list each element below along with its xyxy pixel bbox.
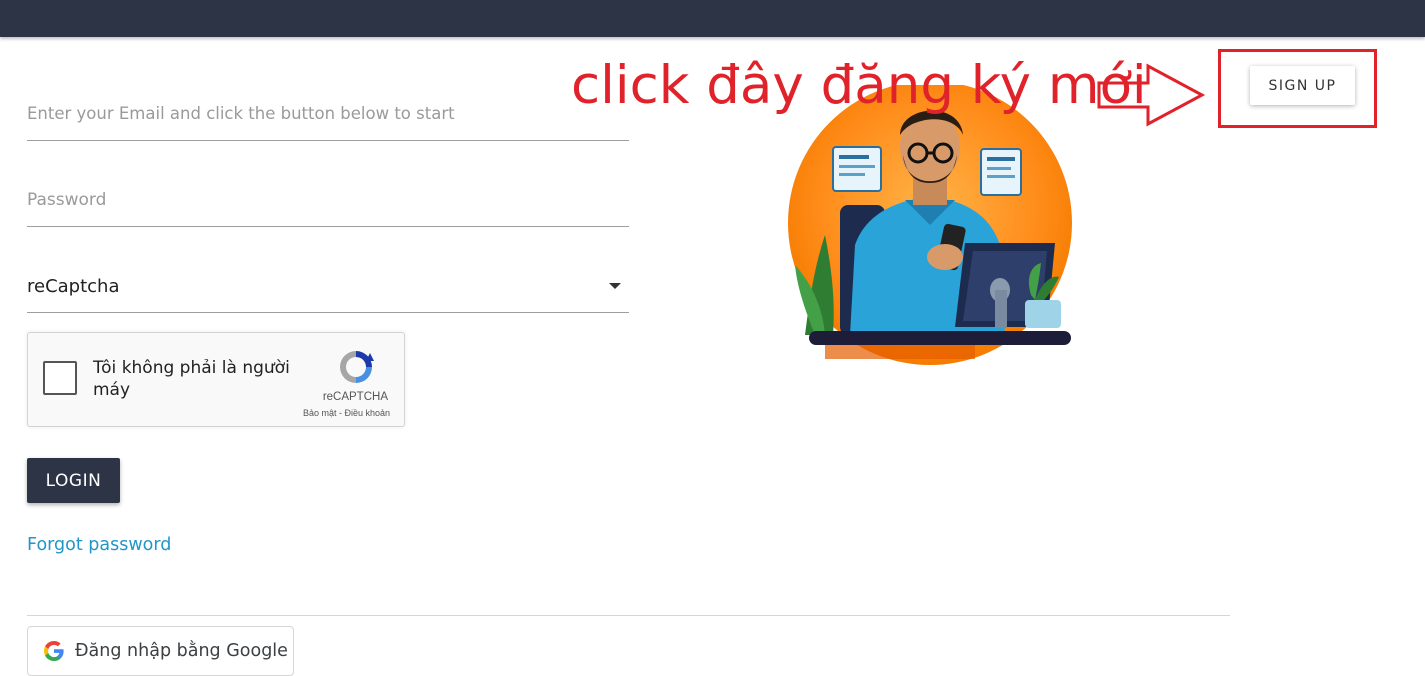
google-login-label: Đăng nhập bằng Google bbox=[75, 641, 288, 661]
password-placeholder: Password bbox=[27, 190, 107, 210]
recaptcha-logo-icon bbox=[340, 351, 374, 383]
recaptcha-brand: reCAPTCHA bbox=[322, 391, 388, 403]
recaptcha-label: Tôi không phải là người máy bbox=[93, 358, 290, 400]
email-placeholder: Enter your Email and click the button be… bbox=[27, 104, 455, 123]
google-icon bbox=[44, 641, 64, 661]
email-field[interactable]: Enter your Email and click the button be… bbox=[27, 92, 629, 141]
google-login-button[interactable]: Đăng nhập bằng Google bbox=[27, 626, 294, 676]
sign-up-button[interactable]: SIGN UP bbox=[1250, 66, 1355, 105]
recaptcha-checkbox[interactable] bbox=[43, 361, 77, 395]
captcha-type-value: reCaptcha bbox=[27, 276, 120, 297]
chevron-down-icon bbox=[609, 283, 621, 289]
divider bbox=[27, 615, 1230, 616]
top-navbar bbox=[0, 0, 1425, 37]
login-button[interactable]: LOGIN bbox=[27, 458, 120, 503]
annotation-text: click đây đăng ký mới bbox=[571, 55, 1147, 116]
password-field[interactable]: Password bbox=[27, 180, 629, 227]
recaptcha-widget: Tôi không phải là người máy reCAPTCHA Bả… bbox=[27, 332, 405, 427]
recaptcha-links[interactable]: Bảo mật - Điều khoản bbox=[303, 408, 390, 418]
developer-illustration bbox=[788, 85, 1072, 365]
captcha-type-select[interactable]: reCaptcha bbox=[27, 266, 629, 313]
forgot-password-link[interactable]: Forgot password bbox=[27, 535, 171, 555]
arrow-right-icon bbox=[1097, 63, 1206, 127]
